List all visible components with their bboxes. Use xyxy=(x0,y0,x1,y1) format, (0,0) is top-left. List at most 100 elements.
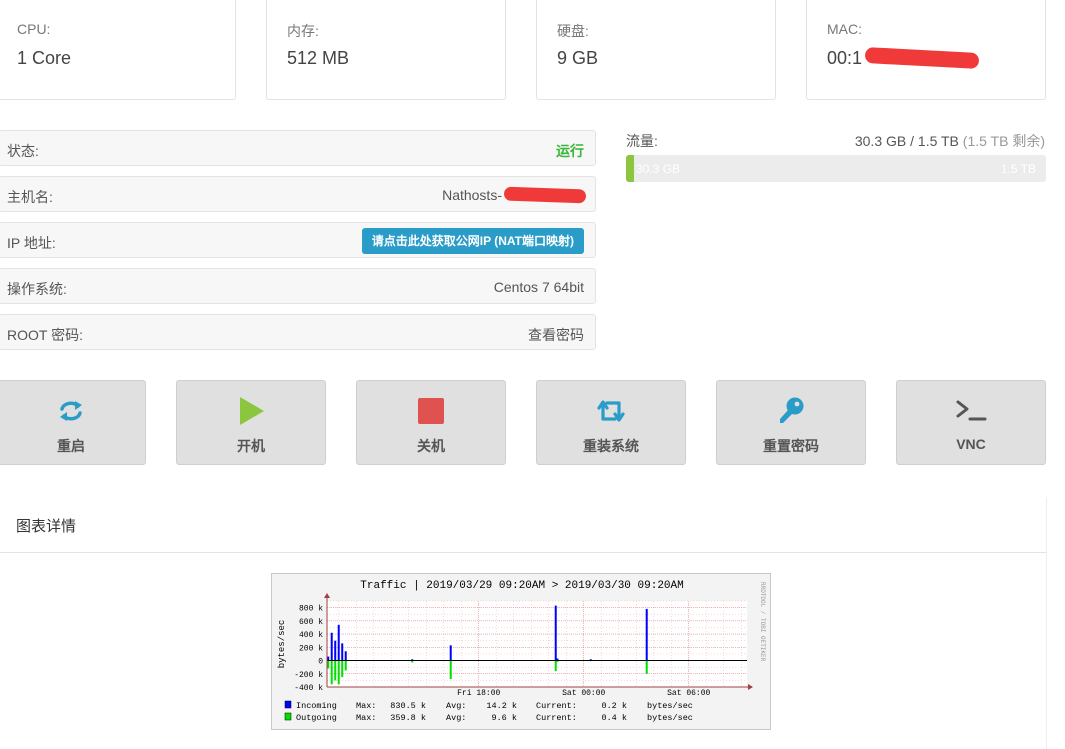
traffic-total: 1.5 TB xyxy=(917,133,959,149)
play-icon xyxy=(235,395,267,427)
memory-card: 内存: 512 MB xyxy=(266,0,506,100)
chart-legend-text: 0.4 k xyxy=(601,713,627,723)
disk-card: 硬盘: 9 GB xyxy=(536,0,776,100)
disk-value: 9 GB xyxy=(557,48,599,68)
os-label: 操作系统: xyxy=(7,281,67,297)
get-public-ip-button[interactable]: 请点击此处获取公网IP (NAT端口映射) xyxy=(361,228,584,254)
reinstall-os-label: 重装系统 xyxy=(583,438,639,454)
traffic-chart: Traffic | 2019/03/29 09:20AM > 2019/03/3… xyxy=(271,573,771,730)
chart-y-tick-label: -200 k xyxy=(294,671,323,680)
chart-title: Traffic | 2019/03/29 09:20AM > 2019/03/3… xyxy=(360,580,683,592)
outgoing-data-bar xyxy=(449,660,452,680)
chart-y-axis-arrow xyxy=(324,593,330,598)
shutdown-label: 关机 xyxy=(417,438,445,454)
outgoing-data-bar xyxy=(337,660,340,685)
chart-x-tick-label: Sat 06:00 xyxy=(667,689,710,698)
status-row: 状态: 运行 xyxy=(0,130,596,166)
root-password-label: ROOT 密码: xyxy=(7,327,83,343)
mac-card: MAC: 00:1 xyxy=(806,0,1046,100)
traffic-separator: / xyxy=(906,133,918,149)
traffic-remaining: (1.5 TB 剩余) xyxy=(962,133,1045,149)
chart-y-tick-label: 200 k xyxy=(299,644,323,653)
view-password-link[interactable]: 查看密码 xyxy=(528,325,584,345)
panel-edge xyxy=(1046,497,1047,749)
chart-y-tick-label: 600 k xyxy=(299,618,323,627)
memory-label: 内存: xyxy=(287,23,319,39)
hostname-row: 主机名: Nathosts- xyxy=(0,176,596,212)
outgoing-data-bar xyxy=(341,660,344,678)
traffic-progress-fill xyxy=(626,155,635,182)
traffic-summary: 30.3 GB / 1.5 TB (1.5 TB 剩余) xyxy=(855,131,1045,151)
outgoing-legend-swatch xyxy=(284,712,292,721)
outgoing-data-bar xyxy=(645,660,648,674)
chart-y-tick-label: 800 k xyxy=(299,605,323,614)
disk-label: 硬盘: xyxy=(557,23,589,39)
chart-legend-text: 14.2 k xyxy=(486,701,517,711)
cpu-label: CPU: xyxy=(17,21,51,37)
chart-x-tick-label: Fri 18:00 xyxy=(457,689,500,698)
incoming-data-bar xyxy=(327,656,330,661)
chart-legend-text: Avg: xyxy=(446,713,466,723)
chart-legend-text: Current: xyxy=(536,701,577,711)
chart-legend-text: 359.8 k xyxy=(390,713,426,723)
vnc-button[interactable]: VNC xyxy=(896,380,1046,465)
incoming-data-bar xyxy=(449,645,452,661)
ip-label: IP 地址: xyxy=(7,235,56,251)
power-on-button[interactable]: 开机 xyxy=(176,380,326,465)
outgoing-data-bar xyxy=(330,660,333,685)
traffic-bar-used-label: 30.3 GB xyxy=(636,162,681,176)
chart-x-tick-label: Sat 00:00 xyxy=(562,689,605,698)
reset-password-button[interactable]: 重置密码 xyxy=(716,380,866,465)
incoming-data-bar xyxy=(645,608,648,661)
traffic-bar-total-label: 1.5 TB xyxy=(1000,162,1036,176)
cpu-card: CPU: 1 Core xyxy=(0,0,236,100)
chart-legend-text: 0.2 k xyxy=(601,701,627,711)
incoming-data-bar xyxy=(337,624,340,661)
restart-icon xyxy=(55,395,87,427)
chart-legend-text: Incoming xyxy=(296,701,337,711)
outgoing-data-bar xyxy=(344,660,347,671)
reinstall-os-button[interactable]: 重装系统 xyxy=(536,380,686,465)
hostname-redaction xyxy=(503,186,587,204)
chart-legend-text: Outgoing xyxy=(296,713,337,723)
ip-row: IP 地址: 请点击此处获取公网IP (NAT端口映射) xyxy=(0,222,596,258)
restart-button[interactable]: 重启 xyxy=(0,380,146,465)
os-value: Centos 7 64bit xyxy=(493,279,584,295)
chart-y-tick-label: 400 k xyxy=(299,631,323,640)
outgoing-data-bar xyxy=(554,660,557,672)
chart-divider xyxy=(0,552,1046,553)
status-value: 运行 xyxy=(556,143,584,159)
hostname-value: Nathosts- xyxy=(442,187,502,203)
traffic-progress-bar: 30.3 GB 1.5 TB xyxy=(626,155,1046,182)
chart-legend-text: bytes/sec xyxy=(647,701,693,711)
reinstall-icon xyxy=(595,395,627,427)
traffic-used: 30.3 GB xyxy=(854,133,907,149)
status-label: 状态: xyxy=(7,143,39,159)
root-password-row: ROOT 密码: 查看密码 xyxy=(0,314,596,350)
mac-redaction xyxy=(864,47,980,69)
chart-section-title: 图表详情 xyxy=(16,518,77,535)
chart-legend-text: Max: xyxy=(356,701,376,711)
incoming-data-bar xyxy=(341,643,344,661)
reset-password-label: 重置密码 xyxy=(763,438,819,454)
os-row: 操作系统: Centos 7 64bit xyxy=(0,268,596,304)
mac-value: 00:1 xyxy=(827,48,863,68)
incoming-legend-swatch xyxy=(284,700,292,709)
chart-legend-text: Max: xyxy=(356,713,376,723)
chart-legend-text: Current: xyxy=(536,713,577,723)
memory-value: 512 MB xyxy=(287,48,350,68)
stop-icon xyxy=(415,395,447,427)
traffic-label: 流量: xyxy=(626,133,658,149)
cpu-value: 1 Core xyxy=(17,48,72,68)
chart-side-text: RRDTOOL / TOBI OETIKER xyxy=(759,582,766,662)
hostname-label: 主机名: xyxy=(7,189,53,205)
chart-legend-text: 830.5 k xyxy=(390,701,426,711)
incoming-data-bar xyxy=(554,605,557,661)
terminal-icon xyxy=(955,395,987,427)
chart-legend-text: 9.6 k xyxy=(491,713,517,723)
chart-x-axis-arrow xyxy=(748,684,753,690)
chart-y-tick-label: -400 k xyxy=(294,684,323,693)
incoming-data-bar xyxy=(344,651,347,661)
chart-legend-text: bytes/sec xyxy=(647,713,693,723)
shutdown-button[interactable]: 关机 xyxy=(356,380,506,465)
